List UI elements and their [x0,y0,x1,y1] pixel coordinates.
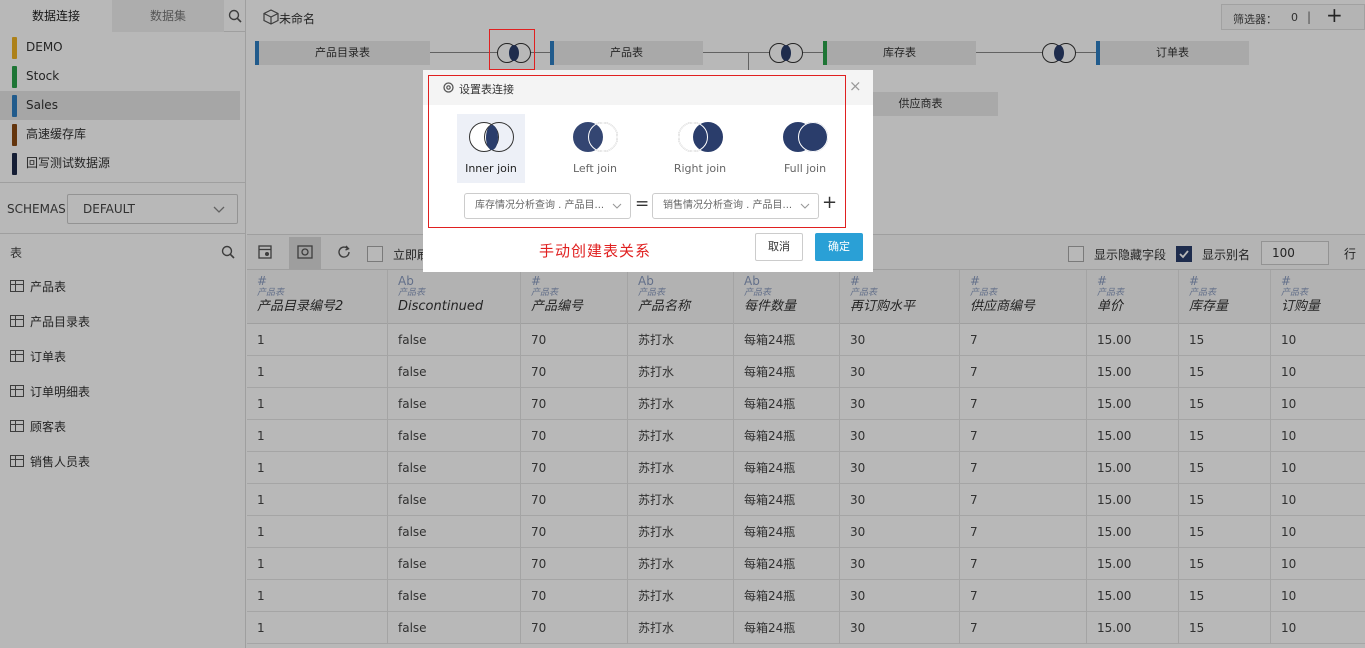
cancel-button[interactable]: 取消 [755,233,803,261]
highlight-join-icon [489,29,535,70]
close-icon[interactable]: × [849,77,862,95]
highlight-join-options [428,75,846,228]
confirm-button[interactable]: 确定 [815,233,863,261]
annotation-label: 手动创建表关系 [539,242,652,260]
